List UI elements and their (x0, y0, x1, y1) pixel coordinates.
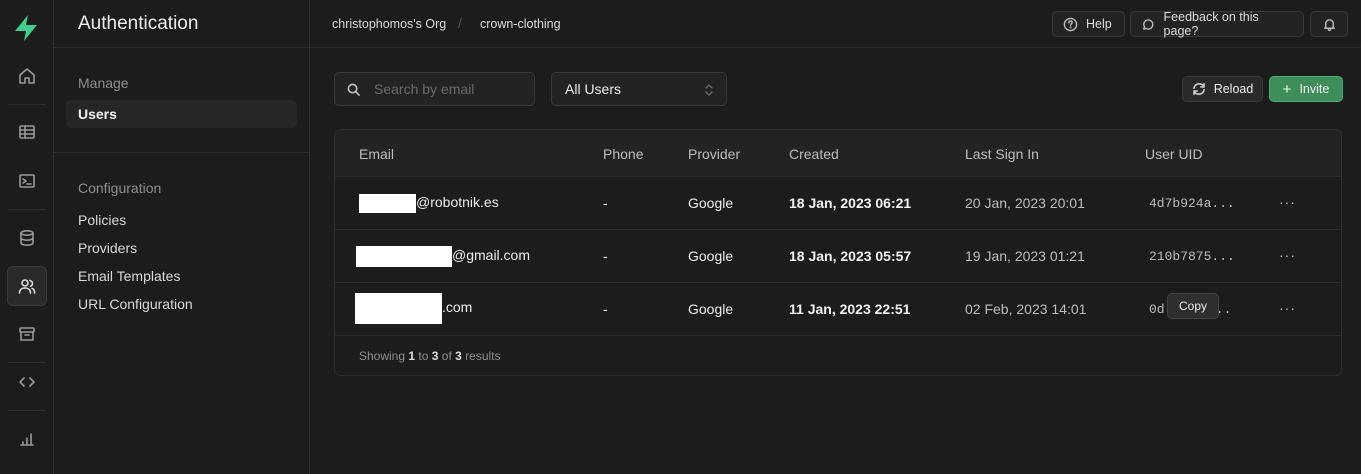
row-actions-menu-icon[interactable]: ··· (1279, 300, 1296, 316)
user-uid[interactable]: 4d7b924a... (1149, 196, 1235, 211)
reload-button[interactable]: Reload (1182, 76, 1263, 102)
chevron-up-down-icon (705, 84, 713, 96)
user-phone: - (603, 301, 608, 317)
user-uid[interactable]: 0d (1149, 302, 1165, 317)
pagination-prefix: Showing (359, 349, 406, 363)
message-icon (1143, 18, 1154, 30)
column-header-user-uid: User UID (1145, 146, 1203, 162)
home-icon[interactable] (7, 56, 47, 96)
feedback-label: Feedback on this page? (1163, 10, 1259, 38)
sidebar-item-users[interactable]: Users (66, 100, 297, 128)
storage-icon[interactable] (7, 314, 47, 354)
user-phone: - (603, 195, 608, 211)
sidebar-item-policies[interactable]: Policies (78, 212, 126, 228)
help-label: Help (1086, 17, 1112, 31)
table-editor-icon[interactable] (7, 112, 47, 152)
invite-button[interactable]: + Invite (1269, 76, 1343, 102)
user-last-sign-in: 20 Jan, 2023 20:01 (965, 195, 1085, 211)
sidebar-item-url-configuration[interactable]: URL Configuration (78, 296, 193, 312)
reload-label: Reload (1213, 82, 1254, 96)
redacted-block (359, 194, 416, 213)
row-actions-menu-icon[interactable]: ··· (1279, 247, 1296, 263)
manage-group-title: Manage (78, 75, 129, 91)
rail-divider (8, 410, 46, 411)
user-provider: Google (688, 301, 734, 317)
search-field (334, 72, 535, 106)
column-header-phone: Phone (603, 146, 644, 162)
authentication-icon[interactable] (7, 266, 47, 306)
pagination-of-word: of (441, 349, 452, 363)
rail-divider (8, 104, 46, 105)
top-bar: christophomos's Org / crown-clothing Hel… (310, 0, 1361, 48)
user-provider: Google (688, 195, 734, 211)
bell-icon (1323, 18, 1335, 31)
copy-tooltip[interactable]: Copy (1167, 293, 1219, 319)
user-created: 18 Jan, 2023 06:21 (789, 195, 912, 211)
user-last-sign-in: 02 Feb, 2023 14:01 (965, 301, 1087, 317)
user-phone: - (603, 248, 608, 264)
user-email-domain: @robotnik.es (416, 194, 499, 211)
table-row[interactable]: @gmail.com - Google 18 Jan, 2023 05:57 1… (335, 230, 1341, 283)
rail-divider (8, 209, 46, 210)
user-email: .com (355, 293, 472, 324)
breadcrumb-org[interactable]: christophomos's Org (332, 17, 446, 31)
user-email: @robotnik.es (359, 194, 499, 213)
plus-icon: + (1282, 80, 1292, 98)
search-input[interactable] (374, 81, 524, 97)
pagination-to-word: to (418, 349, 429, 363)
breadcrumb-separator: / (458, 15, 462, 31)
user-last-sign-in: 19 Jan, 2023 01:21 (965, 248, 1085, 264)
configuration-group-title: Configuration (78, 180, 162, 196)
refresh-icon (1192, 83, 1205, 95)
database-icon[interactable] (7, 218, 47, 258)
breadcrumb-project[interactable]: crown-clothing (480, 17, 561, 31)
user-email: @gmail.com (356, 246, 530, 267)
redacted-block (355, 293, 442, 324)
table-row[interactable]: @robotnik.es - Google 18 Jan, 2023 06:21… (335, 177, 1341, 230)
pagination-to: 3 (431, 349, 439, 363)
api-icon[interactable] (7, 362, 47, 402)
search-icon (347, 83, 360, 96)
supabase-logo-icon[interactable] (13, 14, 39, 42)
pagination-total: 3 (455, 349, 462, 363)
help-button[interactable]: Help (1052, 11, 1125, 37)
users-table: Email Phone Provider Created Last Sign I… (334, 129, 1342, 376)
pagination-from: 1 (408, 349, 416, 363)
column-header-last-sign-in: Last Sign In (965, 146, 1039, 162)
reports-icon[interactable] (7, 419, 47, 459)
pagination-summary: Showing 1 to 3 of 3 results (359, 349, 501, 363)
sidebar-item-providers[interactable]: Providers (78, 240, 137, 256)
user-provider: Google (688, 248, 734, 264)
user-created: 11 Jan, 2023 22:51 (789, 301, 911, 317)
help-icon (1063, 17, 1078, 31)
table-row[interactable]: .com - Google 11 Jan, 2023 22:51 02 Feb,… (335, 283, 1341, 336)
table-header: Email Phone Provider Created Last Sign I… (335, 130, 1341, 177)
feedback-button[interactable]: Feedback on this page? (1130, 10, 1304, 38)
sql-editor-icon[interactable] (7, 161, 47, 201)
row-actions-menu-icon[interactable]: ··· (1279, 194, 1296, 210)
user-email-domain: @gmail.com (452, 247, 531, 264)
pagination-suffix: results (465, 349, 501, 363)
invite-label: Invite (1299, 82, 1330, 96)
column-header-provider: Provider (688, 146, 741, 162)
icon-rail (0, 0, 54, 474)
column-header-created: Created (789, 146, 839, 162)
column-header-email: Email (359, 146, 395, 162)
user-created: 18 Jan, 2023 05:57 (789, 248, 912, 264)
user-email-domain: .com (442, 299, 473, 316)
auth-sidebar: Authentication Manage Users Configuratio… (54, 0, 310, 474)
sidebar-item-email-templates[interactable]: Email Templates (78, 268, 180, 284)
sidebar-divider (54, 152, 310, 153)
sidebar-title: Authentication (54, 0, 309, 48)
notifications-button[interactable] (1310, 11, 1348, 37)
user-uid[interactable]: 210b7875... (1149, 249, 1235, 264)
redacted-block (356, 246, 452, 267)
user-filter-value: All Users (565, 81, 622, 97)
user-filter-select[interactable]: All Users (551, 72, 727, 106)
